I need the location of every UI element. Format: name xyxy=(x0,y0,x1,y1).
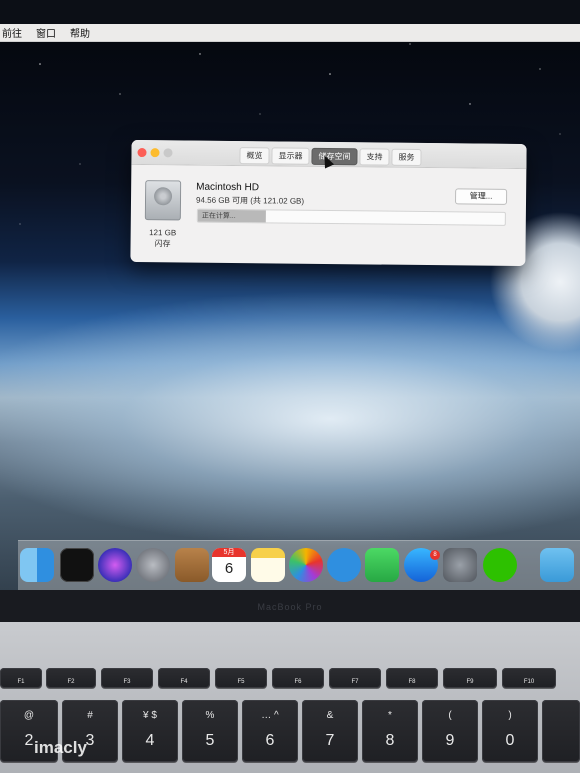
key-minus[interactable] xyxy=(542,700,580,762)
disk-capacity: 121 GB xyxy=(149,228,177,238)
desktop-wallpaper xyxy=(0,24,580,590)
key-2-symbol: @ xyxy=(23,710,35,721)
laptop-brand: MacBook Pro xyxy=(257,602,323,612)
menu-window[interactable]: 窗口 xyxy=(34,25,58,40)
tab-displays[interactable]: 显示器 xyxy=(271,147,310,165)
storage-status: 正在计算... xyxy=(201,212,236,221)
key-9[interactable]: ( 9 xyxy=(422,700,478,762)
key-8-symbol: * xyxy=(388,710,392,721)
calendar-icon[interactable]: 5月 6 xyxy=(212,548,246,582)
key-5-number: 5 xyxy=(205,732,215,749)
downloads-folder-icon[interactable] xyxy=(540,548,574,582)
calendar-month: 5月 xyxy=(212,548,246,557)
key-5-symbol: % xyxy=(205,710,215,721)
disk-type: 闪存 xyxy=(154,239,171,249)
zoom-button xyxy=(163,148,173,158)
key-6-symbol: … ^ xyxy=(261,710,279,721)
tab-storage[interactable]: 储存空间 xyxy=(311,147,358,166)
key-4-number: 4 xyxy=(145,732,155,749)
key-f9[interactable]: F9 xyxy=(443,668,497,688)
key-f6[interactable]: F6 xyxy=(272,668,324,688)
minimize-button[interactable] xyxy=(150,148,160,158)
tab-overview[interactable]: 概览 xyxy=(239,147,270,165)
watermark: imacly xyxy=(34,738,87,757)
key-6-number: 6 xyxy=(265,732,275,749)
disk-name: Macintosh HD xyxy=(196,181,260,194)
key-7[interactable]: & 7 xyxy=(302,700,358,762)
key-8-number: 8 xyxy=(385,732,395,749)
key-8[interactable]: * 8 xyxy=(362,700,418,762)
tab-support[interactable]: 支持 xyxy=(359,148,390,166)
key-f3[interactable]: F3 xyxy=(101,668,153,688)
finder-icon[interactable] xyxy=(20,548,54,582)
storage-bar: 正在计算... xyxy=(196,208,506,226)
manage-button[interactable]: 管理... xyxy=(454,188,508,205)
facetime-icon[interactable] xyxy=(365,548,399,582)
hard-drive-icon xyxy=(144,180,182,221)
key-f1[interactable]: F1 xyxy=(0,668,42,688)
key-f8[interactable]: F8 xyxy=(386,668,438,688)
menu-bar: 前往 窗口 帮助 xyxy=(0,24,580,42)
activity-monitor-icon[interactable] xyxy=(60,548,94,582)
disk-available: 94.56 GB 可用 (共 121.02 GB) xyxy=(195,195,305,206)
close-button[interactable] xyxy=(137,147,147,158)
key-7-symbol: & xyxy=(326,710,334,721)
launchpad-icon[interactable] xyxy=(136,548,170,582)
key-f7[interactable]: F7 xyxy=(329,668,381,688)
wechat-icon[interactable] xyxy=(483,548,517,582)
key-5[interactable]: % 5 xyxy=(182,700,238,762)
contacts-icon[interactable] xyxy=(175,548,209,582)
messages-icon[interactable] xyxy=(327,548,361,582)
key-9-symbol: ( xyxy=(448,710,452,721)
key-0[interactable]: ) 0 xyxy=(482,700,538,762)
key-f10[interactable]: F10 xyxy=(502,668,556,688)
app-store-badge: 8 xyxy=(430,550,440,560)
key-4-symbol: ¥ $ xyxy=(143,710,157,721)
photos-icon[interactable] xyxy=(289,548,323,582)
notes-icon[interactable] xyxy=(251,548,285,582)
key-3-symbol: # xyxy=(87,710,93,721)
siri-icon[interactable] xyxy=(98,548,132,582)
menu-help[interactable]: 帮助 xyxy=(68,25,92,40)
key-0-symbol: ) xyxy=(508,710,512,721)
menu-go[interactable]: 前往 xyxy=(0,25,24,40)
key-f2[interactable]: F2 xyxy=(46,668,96,688)
key-6[interactable]: … ^ 6 xyxy=(242,700,298,762)
key-f4[interactable]: F4 xyxy=(158,668,210,688)
calendar-day: 6 xyxy=(224,560,234,577)
tab-service[interactable]: 服务 xyxy=(391,148,422,166)
key-f5[interactable]: F5 xyxy=(215,668,267,688)
system-preferences-icon[interactable] xyxy=(443,548,477,582)
key-9-number: 9 xyxy=(445,732,455,749)
key-4[interactable]: ¥ $ 4 xyxy=(122,700,178,762)
key-7-number: 7 xyxy=(325,732,335,749)
key-0-number: 0 xyxy=(505,732,515,749)
